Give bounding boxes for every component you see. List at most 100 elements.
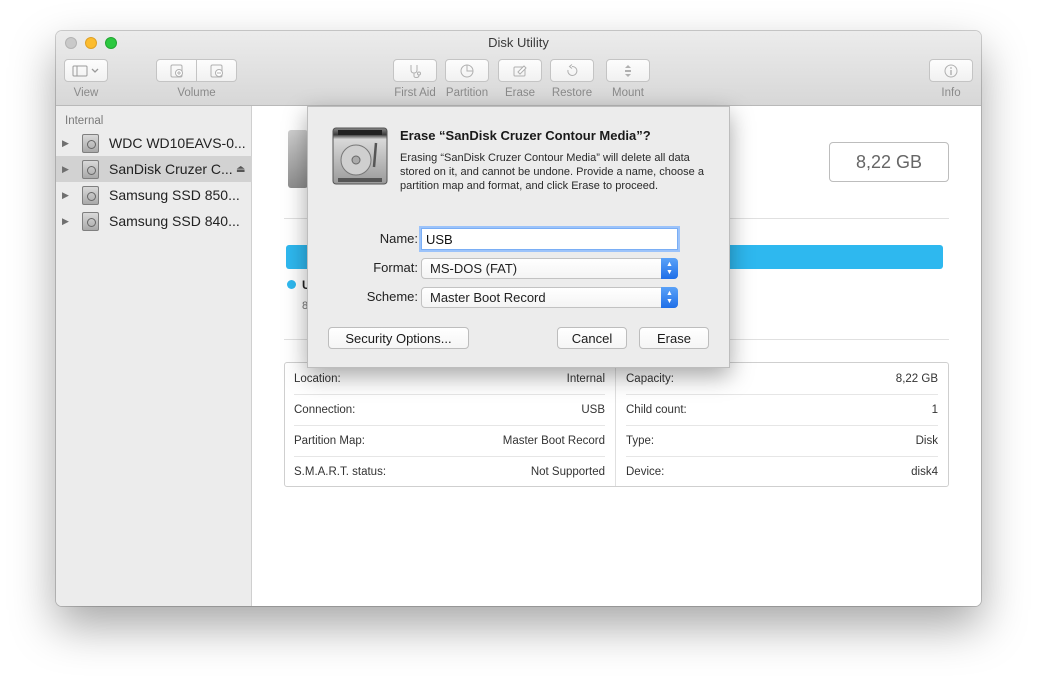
remove-volume-button[interactable] <box>197 59 237 82</box>
add-volume-button[interactable] <box>156 59 197 82</box>
sidebar-item-label: SanDisk Cruzer C... <box>109 161 233 177</box>
info-icon <box>944 64 958 77</box>
partition-label: Partition <box>445 87 489 99</box>
security-options-button[interactable]: Security Options... <box>328 327 469 349</box>
info-label: Partition Map: <box>294 434 365 447</box>
sidebar-item-label: Samsung SSD 840... <box>109 213 240 229</box>
info-value: USB <box>581 403 605 416</box>
info-label: S.M.A.R.T. status: <box>294 465 387 478</box>
info-label: Info <box>941 87 961 99</box>
sidebar: Internal ▶ WDC WD10EAVS-0... ▶ SanDisk C… <box>56 106 252 606</box>
restore-icon <box>567 63 578 76</box>
chevron-up-down-icon: ▲ ▼ <box>661 258 678 279</box>
sidebar-item-wdc[interactable]: ▶ WDC WD10EAVS-0... <box>56 130 252 156</box>
info-row-child-count: Child count: 1 <box>626 394 938 425</box>
toolbar-view-group: View <box>64 59 108 99</box>
info-table: Location: Internal Connection: USB Parti… <box>284 362 949 487</box>
stethoscope-icon <box>410 64 421 78</box>
toolbar-volume-group: Volume <box>156 59 237 99</box>
hard-disk-icon <box>332 127 388 185</box>
hard-disk-icon <box>82 185 99 205</box>
toolbar-restore-group: Restore <box>550 59 594 99</box>
disk-image-icon <box>288 130 308 188</box>
hard-disk-icon <box>82 133 99 153</box>
restore-button[interactable] <box>550 59 594 82</box>
toolbar-first-aid-group: First Aid <box>393 59 437 99</box>
info-column-right: Capacity: 8,22 GB Child count: 1 Type: D… <box>617 363 948 486</box>
cancel-button[interactable]: Cancel <box>557 327 627 349</box>
info-row-partition-map: Partition Map: Master Boot Record <box>294 425 605 456</box>
format-label: Format: <box>373 260 418 275</box>
scheme-select[interactable]: Master Boot Record ▲ ▼ <box>421 287 678 308</box>
mount-label: Mount <box>612 87 644 99</box>
erase-sheet: Erase “SanDisk Cruzer Contour Media”? Er… <box>307 106 730 368</box>
volume-label: Volume <box>177 87 216 99</box>
disclosure-triangle-icon[interactable]: ▶ <box>62 138 72 149</box>
info-label: Capacity: <box>626 372 674 385</box>
format-select[interactable]: MS-DOS (FAT) ▲ ▼ <box>421 258 678 279</box>
name-label: Name: <box>379 231 418 246</box>
disclosure-triangle-icon[interactable]: ▶ <box>62 216 72 227</box>
sidebar-item-samsung-850[interactable]: ▶ Samsung SSD 850... <box>56 182 252 208</box>
hard-disk-icon <box>82 159 99 179</box>
toolbar-partition-group: Partition <box>445 59 489 99</box>
sidebar-item-label: WDC WD10EAVS-0... <box>109 135 246 151</box>
remove-volume-icon <box>210 64 223 77</box>
sheet-title: Erase “SanDisk Cruzer Contour Media”? <box>400 128 651 143</box>
info-label: Connection: <box>294 403 356 416</box>
info-row-smart-status: S.M.A.R.T. status: Not Supported <box>294 456 605 487</box>
view-label: View <box>73 87 99 99</box>
scheme-value: Master Boot Record <box>430 290 546 305</box>
capacity-badge: 8,22 GB <box>829 142 949 182</box>
chevron-up-down-icon: ▲ ▼ <box>661 287 678 308</box>
partition-button[interactable] <box>445 59 489 82</box>
erase-toolbar-button[interactable] <box>498 59 542 82</box>
toolbar-erase-group: Erase <box>498 59 542 99</box>
first-aid-label: First Aid <box>394 87 436 99</box>
erase-button[interactable]: Erase <box>639 327 709 349</box>
sheet-message: Erasing “SanDisk Cruzer Contour Media” w… <box>400 152 704 192</box>
mount-icon <box>625 64 631 77</box>
info-row-connection: Connection: USB <box>294 394 605 425</box>
info-value: 8,22 GB <box>895 372 938 385</box>
hard-disk-icon <box>82 211 99 231</box>
sidebar-item-label: Samsung SSD 850... <box>109 187 240 203</box>
legend-dot <box>287 280 296 289</box>
disclosure-triangle-icon[interactable]: ▶ <box>62 164 72 175</box>
sidebar-item-samsung-840[interactable]: ▶ Samsung SSD 840... <box>56 208 252 234</box>
disclosure-triangle-icon[interactable]: ▶ <box>62 190 72 201</box>
info-value: Master Boot Record <box>502 434 605 447</box>
name-field[interactable] <box>421 228 678 250</box>
eject-icon[interactable]: ⏏ <box>236 164 245 175</box>
info-label: Location: <box>294 372 341 385</box>
info-label: Device: <box>626 465 665 478</box>
toolbar-info-group: Info <box>929 59 973 99</box>
erase-icon <box>513 64 527 76</box>
info-column-left: Location: Internal Connection: USB Parti… <box>285 363 616 486</box>
info-label: Child count: <box>626 403 687 416</box>
scheme-label: Scheme: <box>366 289 418 304</box>
info-value: disk4 <box>911 465 938 478</box>
titlebar: Disk Utility View Volume First Aid Parti… <box>56 31 981 106</box>
restore-label: Restore <box>551 87 593 99</box>
sidebar-heading-internal: Internal <box>65 115 104 127</box>
sidebar-toggle-icon <box>72 65 99 76</box>
info-label: Type: <box>626 434 655 447</box>
info-row-type: Type: Disk <box>626 425 938 456</box>
info-value: 1 <box>931 403 938 416</box>
sidebar-item-sandisk[interactable]: ▶ SanDisk Cruzer C... ⏏ <box>56 156 252 182</box>
info-row-device: Device: disk4 <box>626 456 938 487</box>
toolbar-mount-group: Mount <box>606 59 650 99</box>
info-value: Disk <box>915 434 938 447</box>
mount-button[interactable] <box>606 59 650 82</box>
format-value: MS-DOS (FAT) <box>430 261 518 276</box>
window-title: Disk Utility <box>488 35 549 50</box>
info-value: Not Supported <box>530 465 605 478</box>
pie-icon <box>460 64 474 77</box>
info-value: Internal <box>566 372 605 385</box>
info-button[interactable] <box>929 59 973 82</box>
first-aid-button[interactable] <box>393 59 437 82</box>
erase-label: Erase <box>504 87 536 99</box>
view-button[interactable] <box>64 59 108 82</box>
add-volume-icon <box>170 64 183 77</box>
